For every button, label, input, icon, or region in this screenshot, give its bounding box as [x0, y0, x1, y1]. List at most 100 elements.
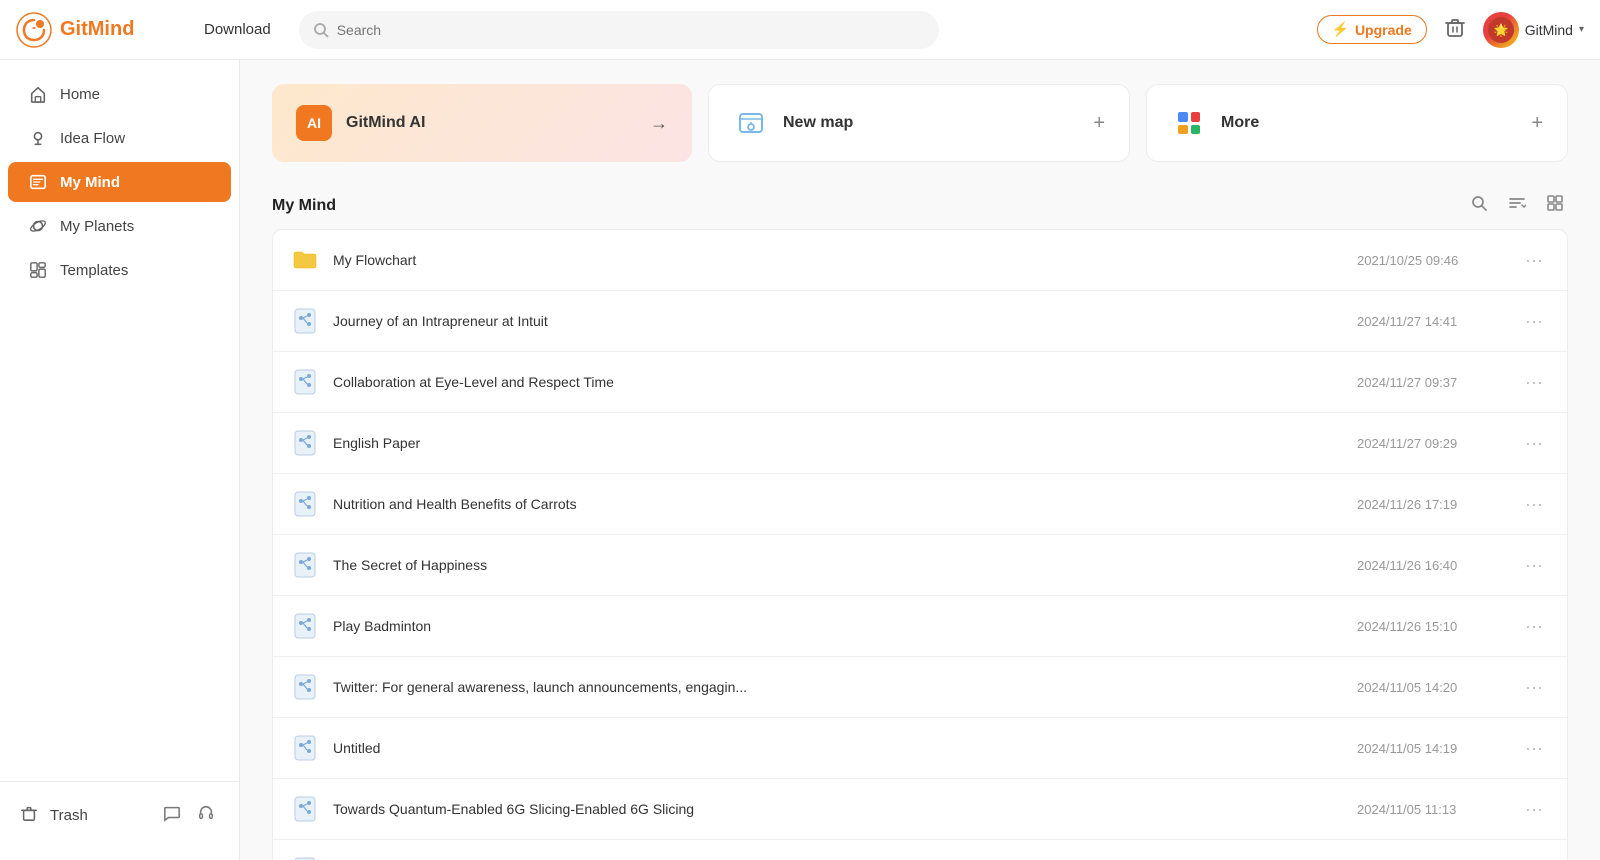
topbar: GitMind Download ⚡ Upgrade 🌟: [0, 0, 1600, 60]
layout-tool-button[interactable]: [1542, 190, 1568, 221]
file-more-button[interactable]: ···: [1517, 795, 1551, 824]
file-more-button[interactable]: ···: [1517, 734, 1551, 763]
upgrade-icon: ⚡: [1332, 21, 1349, 38]
file-row[interactable]: My Flowchart2021/10/25 09:46···: [273, 230, 1567, 291]
topbar-trash-icon[interactable]: [1443, 15, 1467, 44]
sidebar-item-my-mind[interactable]: My Mind: [8, 162, 231, 202]
sidebar-bottom-icons: [159, 800, 219, 830]
file-date: 2024/11/26 16:40: [1357, 558, 1517, 573]
file-more-button[interactable]: ···: [1517, 673, 1551, 702]
file-list: My Flowchart2021/10/25 09:46··· Journey …: [272, 229, 1568, 860]
sidebar-bottom: Trash: [0, 781, 239, 848]
mind-map-icon: [289, 427, 321, 459]
search-input[interactable]: [337, 22, 925, 38]
file-date: 2024/11/27 09:37: [1357, 375, 1517, 390]
sidebar-item-idea-flow[interactable]: Idea Flow: [8, 118, 231, 158]
file-row[interactable]: Towards Quantum-Enabled 6G Slicing-Enabl…: [273, 779, 1567, 840]
file-name: My Flowchart: [333, 252, 1357, 268]
mind-map-icon: [289, 366, 321, 398]
user-menu[interactable]: 🌟 GitMind ▾: [1483, 12, 1584, 48]
file-row[interactable]: Twitter: For general awareness, launch a…: [273, 657, 1567, 718]
file-more-button[interactable]: ···: [1517, 490, 1551, 519]
download-button[interactable]: Download: [192, 15, 283, 44]
upgrade-button[interactable]: ⚡ Upgrade: [1317, 15, 1427, 44]
file-name: English Paper: [333, 435, 1357, 451]
file-name: Play Badminton: [333, 618, 1357, 634]
sidebar-trash-item[interactable]: Trash: [0, 790, 239, 840]
file-name: Nutrition and Health Benefits of Carrots: [333, 496, 1357, 512]
avatar: 🌟: [1483, 12, 1519, 48]
main-layout: Home Idea Flow My Mind: [0, 60, 1600, 860]
my-mind-icon: [28, 172, 48, 192]
file-row[interactable]: English Paper2024/11/27 09:29···: [273, 413, 1567, 474]
mind-map-icon: [289, 305, 321, 337]
file-more-button[interactable]: ···: [1517, 612, 1551, 641]
idea-flow-icon: [28, 128, 48, 148]
sidebar-item-home[interactable]: Home: [8, 74, 231, 114]
file-date: 2024/11/27 09:29: [1357, 436, 1517, 451]
mind-map-icon: [289, 488, 321, 520]
mind-map-icon: [289, 793, 321, 825]
file-row[interactable]: Towards Quantum-Enabled 6G Slicing-Enabl…: [273, 840, 1567, 860]
user-menu-chevron: ▾: [1579, 24, 1584, 35]
file-row[interactable]: The Secret of Happiness2024/11/26 16:40·…: [273, 535, 1567, 596]
file-date: 2024/11/26 15:10: [1357, 619, 1517, 634]
file-date: 2024/11/05 11:13: [1357, 802, 1517, 817]
new-map-icon: [733, 105, 769, 141]
trash-label: Trash: [50, 807, 88, 824]
gitmind-ai-card[interactable]: AI GitMind AI →: [272, 84, 692, 162]
file-row[interactable]: Journey of an Intrapreneur at Intuit2024…: [273, 291, 1567, 352]
file-date: 2024/11/05 14:19: [1357, 741, 1517, 756]
templates-icon: [28, 260, 48, 280]
file-more-button[interactable]: ···: [1517, 307, 1551, 336]
sidebar-item-my-planets[interactable]: My Planets: [8, 206, 231, 246]
file-date: 2024/11/26 17:19: [1357, 497, 1517, 512]
file-name: Journey of an Intrapreneur at Intuit: [333, 313, 1357, 329]
section-tools: [1466, 190, 1568, 221]
sidebar-item-templates[interactable]: Templates: [8, 250, 231, 290]
file-name: Collaboration at Eye-Level and Respect T…: [333, 374, 1357, 390]
sidebar-templates-label: Templates: [60, 262, 128, 279]
ai-card-label: GitMind AI: [346, 114, 425, 132]
sort-tool-button[interactable]: [1504, 190, 1530, 221]
file-name: Twitter: For general awareness, launch a…: [333, 679, 1357, 695]
more-card[interactable]: More +: [1146, 84, 1568, 162]
logo-text: GitMind: [60, 18, 134, 41]
mind-map-icon: [289, 732, 321, 764]
ai-card-arrow: →: [650, 113, 668, 134]
section-title: My Mind: [272, 197, 336, 215]
new-map-card[interactable]: New map +: [708, 84, 1130, 162]
topbar-right: ⚡ Upgrade 🌟 GitMind ▾: [1317, 12, 1585, 48]
search-tool-button[interactable]: [1466, 190, 1492, 221]
section-header: My Mind: [272, 190, 1568, 221]
file-row[interactable]: Play Badminton2024/11/26 15:10···: [273, 596, 1567, 657]
file-row[interactable]: Collaboration at Eye-Level and Respect T…: [273, 352, 1567, 413]
file-name: Towards Quantum-Enabled 6G Slicing-Enabl…: [333, 801, 1357, 817]
logo[interactable]: GitMind: [16, 12, 176, 48]
file-more-button[interactable]: ···: [1517, 246, 1551, 275]
chat-icon[interactable]: [159, 800, 185, 830]
new-map-label: New map: [783, 114, 853, 132]
file-row[interactable]: Nutrition and Health Benefits of Carrots…: [273, 474, 1567, 535]
trash-icon: [20, 804, 38, 826]
file-more-button[interactable]: ···: [1517, 856, 1551, 860]
sidebar-home-label: Home: [60, 86, 100, 103]
mind-map-icon: [289, 610, 321, 642]
headset-icon[interactable]: [193, 800, 219, 830]
more-card-label: More: [1221, 114, 1259, 132]
file-more-button[interactable]: ···: [1517, 551, 1551, 580]
mind-map-icon: [289, 549, 321, 581]
user-name: GitMind: [1525, 22, 1573, 38]
more-card-icon: [1171, 105, 1207, 141]
sidebar-my-mind-label: My Mind: [60, 174, 120, 191]
sidebar-idea-flow-label: Idea Flow: [60, 130, 125, 147]
folder-icon: [289, 244, 321, 276]
file-more-button[interactable]: ···: [1517, 368, 1551, 397]
new-map-plus-icon: +: [1093, 112, 1105, 135]
file-more-button[interactable]: ···: [1517, 429, 1551, 458]
file-row[interactable]: Untitled2024/11/05 14:19···: [273, 718, 1567, 779]
file-date: 2024/11/05 14:20: [1357, 680, 1517, 695]
file-name: Untitled: [333, 740, 1357, 756]
search-icon: [313, 22, 329, 38]
logo-icon: [16, 12, 52, 48]
